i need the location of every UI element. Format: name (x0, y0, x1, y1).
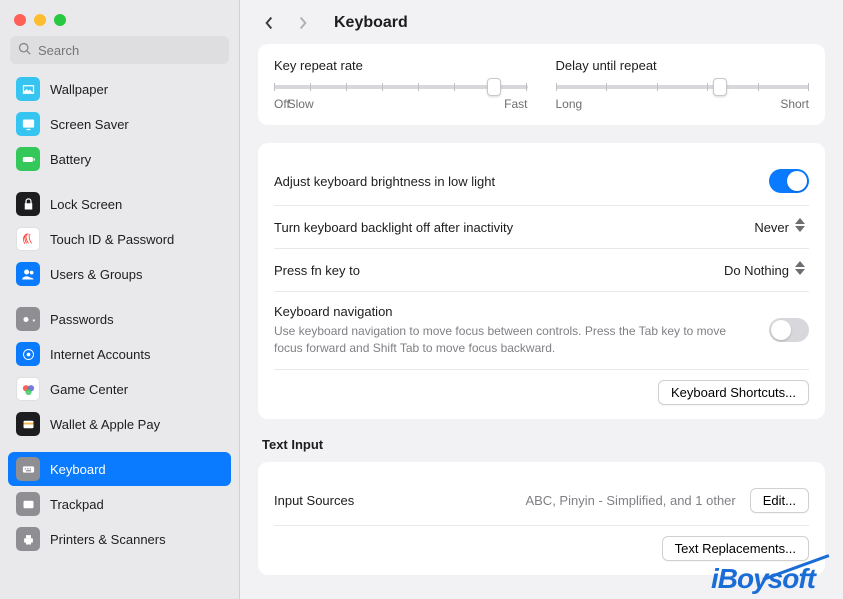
edit-input-sources-button[interactable]: Edit... (750, 488, 809, 513)
users-icon (16, 262, 40, 286)
slider-end-slow: Slow (288, 97, 314, 111)
watermark: iBoysoft (711, 563, 815, 595)
search-icon (18, 42, 32, 59)
sidebar-item-gamecenter[interactable]: Game Center (8, 372, 231, 406)
text-replacements-button[interactable]: Text Replacements... (662, 536, 809, 561)
backlight-value: Never (754, 220, 789, 235)
row-sublabel: Use keyboard navigation to move focus be… (274, 323, 754, 357)
sidebar: Wallpaper Screen Saver Battery Lock Scre… (0, 0, 240, 599)
slider-label: Delay until repeat (556, 58, 810, 73)
sidebar-item-label: Game Center (50, 382, 128, 397)
slider-end-long: Long (556, 97, 583, 111)
sidebar-list: Wallpaper Screen Saver Battery Lock Scre… (0, 72, 239, 557)
sidebar-item-label: Users & Groups (50, 267, 142, 282)
sidebar-item-label: Lock Screen (50, 197, 122, 212)
sidebar-item-label: Battery (50, 152, 91, 167)
sidebar-item-wallpaper[interactable]: Wallpaper (8, 72, 231, 106)
minimize-button[interactable] (34, 14, 46, 26)
sidebar-item-screensaver[interactable]: Screen Saver (8, 107, 231, 141)
internet-icon (16, 342, 40, 366)
brightness-toggle[interactable] (769, 169, 809, 193)
fnkey-stepper[interactable] (795, 261, 809, 279)
keyboard-icon (16, 457, 40, 481)
main-panel: Keyboard Key repeat rate Off Slow (240, 0, 843, 599)
search-field[interactable] (38, 43, 221, 58)
sidebar-item-printers[interactable]: Printers & Scanners (8, 522, 231, 556)
key-repeat-slider-block: Key repeat rate Off Slow Fast (274, 58, 528, 111)
slider-end-fast: Fast (504, 97, 527, 111)
nav-toggle[interactable] (769, 318, 809, 342)
printers-icon (16, 527, 40, 551)
delay-slider-block: Delay until repeat Long Short (556, 58, 810, 111)
lock-icon (16, 192, 40, 216)
row-label: Adjust keyboard brightness in low light (274, 174, 769, 189)
touchid-icon (16, 227, 40, 251)
sidebar-item-label: Screen Saver (50, 117, 129, 132)
key-repeat-panel: Key repeat rate Off Slow Fast Delay unti… (258, 44, 825, 125)
sidebar-item-label: Trackpad (50, 497, 104, 512)
keyboard-shortcuts-button[interactable]: Keyboard Shortcuts... (658, 380, 809, 405)
close-button[interactable] (14, 14, 26, 26)
delay-slider[interactable] (556, 85, 810, 89)
row-label: Keyboard navigation (274, 304, 769, 319)
header: Keyboard (240, 0, 843, 44)
row-fnkey: Press fn key to Do Nothing (274, 249, 809, 292)
row-label: Input Sources (274, 493, 525, 508)
sidebar-item-label: Keyboard (50, 462, 106, 477)
search-input[interactable] (10, 36, 229, 64)
page-title: Keyboard (334, 14, 408, 32)
nav-forward-button[interactable] (294, 14, 312, 32)
backlight-stepper[interactable] (795, 218, 809, 236)
sidebar-item-label: Printers & Scanners (50, 532, 166, 547)
wallet-icon (16, 412, 40, 436)
row-label: Press fn key to (274, 263, 724, 278)
row-brightness: Adjust keyboard brightness in low light (274, 157, 809, 206)
text-input-title: Text Input (262, 437, 825, 452)
slider-end-short: Short (780, 97, 809, 111)
sidebar-item-internet[interactable]: Internet Accounts (8, 337, 231, 371)
sidebar-item-lockscreen[interactable]: Lock Screen (8, 187, 231, 221)
gamecenter-icon (16, 377, 40, 401)
keyboard-settings-panel: Adjust keyboard brightness in low light … (258, 143, 825, 419)
wallpaper-icon (16, 77, 40, 101)
row-backlight: Turn keyboard backlight off after inacti… (274, 206, 809, 249)
sidebar-item-trackpad[interactable]: Trackpad (8, 487, 231, 521)
sidebar-item-touchid[interactable]: Touch ID & Password (8, 222, 231, 256)
slider-knob[interactable] (487, 78, 501, 96)
sidebar-item-users[interactable]: Users & Groups (8, 257, 231, 291)
sidebar-item-label: Passwords (50, 312, 114, 327)
row-input-sources: Input Sources ABC, Pinyin - Simplified, … (274, 476, 809, 526)
passwords-icon (16, 307, 40, 331)
sidebar-item-wallet[interactable]: Wallet & Apple Pay (8, 407, 231, 441)
trackpad-icon (16, 492, 40, 516)
sidebar-item-label: Wallet & Apple Pay (50, 417, 160, 432)
screensaver-icon (16, 112, 40, 136)
input-sources-value: ABC, Pinyin - Simplified, and 1 other (525, 493, 735, 508)
fullscreen-button[interactable] (54, 14, 66, 26)
key-repeat-slider[interactable] (274, 85, 528, 89)
slider-label: Key repeat rate (274, 58, 528, 73)
battery-icon (16, 147, 40, 171)
nav-back-button[interactable] (260, 14, 278, 32)
sidebar-item-label: Internet Accounts (50, 347, 150, 362)
sidebar-item-label: Touch ID & Password (50, 232, 174, 247)
sidebar-item-battery[interactable]: Battery (8, 142, 231, 176)
slider-knob[interactable] (713, 78, 727, 96)
window-controls (0, 8, 239, 36)
row-keyboard-nav: Keyboard navigation Use keyboard navigat… (274, 292, 809, 370)
fnkey-value: Do Nothing (724, 263, 789, 278)
sidebar-item-label: Wallpaper (50, 82, 108, 97)
sidebar-item-passwords[interactable]: Passwords (8, 302, 231, 336)
text-input-panel: Input Sources ABC, Pinyin - Simplified, … (258, 462, 825, 575)
row-label: Turn keyboard backlight off after inacti… (274, 220, 754, 235)
sidebar-item-keyboard[interactable]: Keyboard (8, 452, 231, 486)
